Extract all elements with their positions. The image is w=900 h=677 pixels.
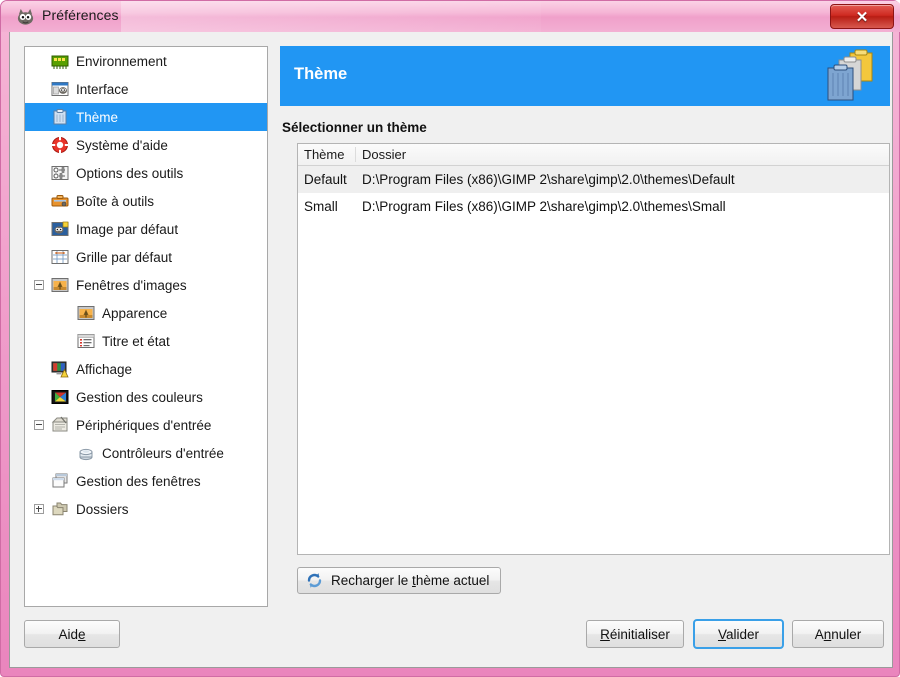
image-windows-icon	[51, 276, 69, 294]
select-theme-label: Sélectionner un thème	[282, 120, 427, 135]
sidebar-item-boite-a-outils[interactable]: Boîte à outils	[25, 187, 267, 215]
cancel-button[interactable]: Annuler	[792, 620, 884, 648]
reload-button-label: Recharger le thème actuel	[331, 573, 490, 588]
interface-icon	[51, 80, 69, 98]
titlebar-highlight	[121, 1, 541, 32]
sidebar-item-label: Contrôleurs d'entrée	[102, 445, 224, 461]
ok-button-label: Valider	[717, 626, 760, 642]
cell-folder: D:\Program Files (x86)\GIMP 2\share\gimp…	[362, 172, 735, 187]
cell-theme: Small	[304, 199, 338, 214]
cell-folder: D:\Program Files (x86)\GIMP 2\share\gimp…	[362, 199, 726, 214]
expand-icon[interactable]	[34, 504, 44, 514]
default-image-icon	[51, 220, 69, 238]
theme-panel: Thème Sélectionner un thème Thème Dossie…	[280, 46, 890, 607]
title-bar[interactable]: Préférences ✕	[1, 1, 900, 32]
collapse-icon[interactable]	[34, 420, 44, 430]
default-grid-icon	[51, 248, 69, 266]
column-header-theme[interactable]: Thème	[298, 147, 356, 162]
environment-icon	[51, 52, 69, 70]
theme-icon	[51, 108, 69, 126]
sidebar-item-label: Dossiers	[76, 501, 129, 517]
sidebar-item-label: Fenêtres d'images	[76, 277, 187, 293]
sidebar-item-label: Gestion des couleurs	[76, 389, 203, 405]
sidebar-item-options-des-outils[interactable]: Options des outils	[25, 159, 267, 187]
theme-list[interactable]: Thème Dossier Default D:\Program Files (…	[297, 143, 890, 555]
sidebar-item-label: Apparence	[102, 305, 168, 321]
preferences-window: Préférences ✕ Environnement Interface Th…	[0, 0, 900, 677]
help-button[interactable]: Aide	[24, 620, 120, 648]
sidebar-item-peripheriques-dentree[interactable]: Périphériques d'entrée	[25, 411, 267, 439]
sidebar-item-grille-par-defaut[interactable]: Grille par défaut	[25, 243, 267, 271]
sidebar-item-label: Environnement	[76, 53, 167, 69]
sidebar-item-titre-et-etat[interactable]: Titre et état	[25, 327, 267, 355]
table-row[interactable]: Small D:\Program Files (x86)\GIMP 2\shar…	[298, 193, 889, 220]
collapse-icon[interactable]	[34, 280, 44, 290]
sidebar-item-label: Boîte à outils	[76, 193, 155, 209]
sidebar-item-label: Affichage	[76, 361, 133, 377]
cancel-button-label: Annuler	[814, 626, 862, 642]
panel-banner: Thème	[280, 46, 890, 106]
sidebar-item-gestion-des-fenetres[interactable]: Gestion des fenêtres	[25, 467, 267, 495]
sidebar-item-gestion-des-couleurs[interactable]: Gestion des couleurs	[25, 383, 267, 411]
sidebar-item-apparence[interactable]: Apparence	[25, 299, 267, 327]
reload-current-theme-button[interactable]: Recharger le thème actuel	[297, 567, 502, 594]
sidebar-item-systeme-daide[interactable]: Système d'aide	[25, 131, 267, 159]
sidebar-item-environnement[interactable]: Environnement	[25, 47, 267, 75]
dialog-client-area: Environnement Interface Thème Système d'…	[9, 32, 893, 668]
appearance-icon	[77, 304, 95, 322]
sidebar-item-label: Titre et état	[102, 333, 170, 349]
input-devices-icon	[51, 416, 69, 434]
sidebar-item-image-par-defaut[interactable]: Image par défaut	[25, 215, 267, 243]
display-icon	[51, 360, 69, 378]
help-system-icon	[51, 136, 69, 154]
sidebar-item-label: Périphériques d'entrée	[76, 417, 212, 433]
color-management-icon	[51, 388, 69, 406]
sidebar-item-dossiers[interactable]: Dossiers	[25, 495, 267, 523]
folders-icon	[51, 500, 69, 518]
sidebar-item-controleurs-dentree[interactable]: Contrôleurs d'entrée	[25, 439, 267, 467]
sidebar-item-label: Thème	[76, 109, 119, 125]
close-button[interactable]: ✕	[830, 4, 894, 29]
help-button-label: Aide	[58, 626, 86, 642]
sidebar-item-label: Interface	[76, 81, 129, 97]
window-title: Préférences	[42, 7, 119, 23]
wilber-gimp-icon	[17, 8, 34, 25]
refresh-icon	[307, 573, 322, 588]
theme-stack-icon	[827, 49, 873, 101]
sidebar-item-label: Système d'aide	[76, 137, 168, 153]
preferences-category-tree[interactable]: Environnement Interface Thème Système d'…	[24, 46, 268, 607]
toolbox-icon	[51, 192, 69, 210]
title-status-icon	[77, 332, 95, 350]
ok-button[interactable]: Valider	[693, 619, 784, 649]
sidebar-item-theme[interactable]: Thème	[25, 103, 267, 131]
tool-options-icon	[51, 164, 69, 182]
cell-theme: Default	[304, 172, 347, 187]
sidebar-item-label: Options des outils	[76, 165, 184, 181]
input-controllers-icon	[77, 444, 95, 462]
sidebar-item-affichage[interactable]: Affichage	[25, 355, 267, 383]
theme-table-header: Thème Dossier	[298, 144, 889, 166]
sidebar-item-fenetres-dimages[interactable]: Fenêtres d'images	[25, 271, 267, 299]
sidebar-item-label: Image par défaut	[76, 221, 179, 237]
sidebar-item-interface[interactable]: Interface	[25, 75, 267, 103]
table-row[interactable]: Default D:\Program Files (x86)\GIMP 2\sh…	[298, 166, 889, 193]
sidebar-item-label: Gestion des fenêtres	[76, 473, 201, 489]
sidebar-item-label: Grille par défaut	[76, 249, 173, 265]
reset-button[interactable]: Réinitialiser	[586, 620, 684, 648]
column-header-folder[interactable]: Dossier	[356, 147, 889, 162]
reset-button-label: Réinitialiser	[600, 626, 670, 642]
window-management-icon	[51, 472, 69, 490]
close-icon: ✕	[855, 8, 869, 26]
panel-title: Thème	[294, 65, 348, 83]
